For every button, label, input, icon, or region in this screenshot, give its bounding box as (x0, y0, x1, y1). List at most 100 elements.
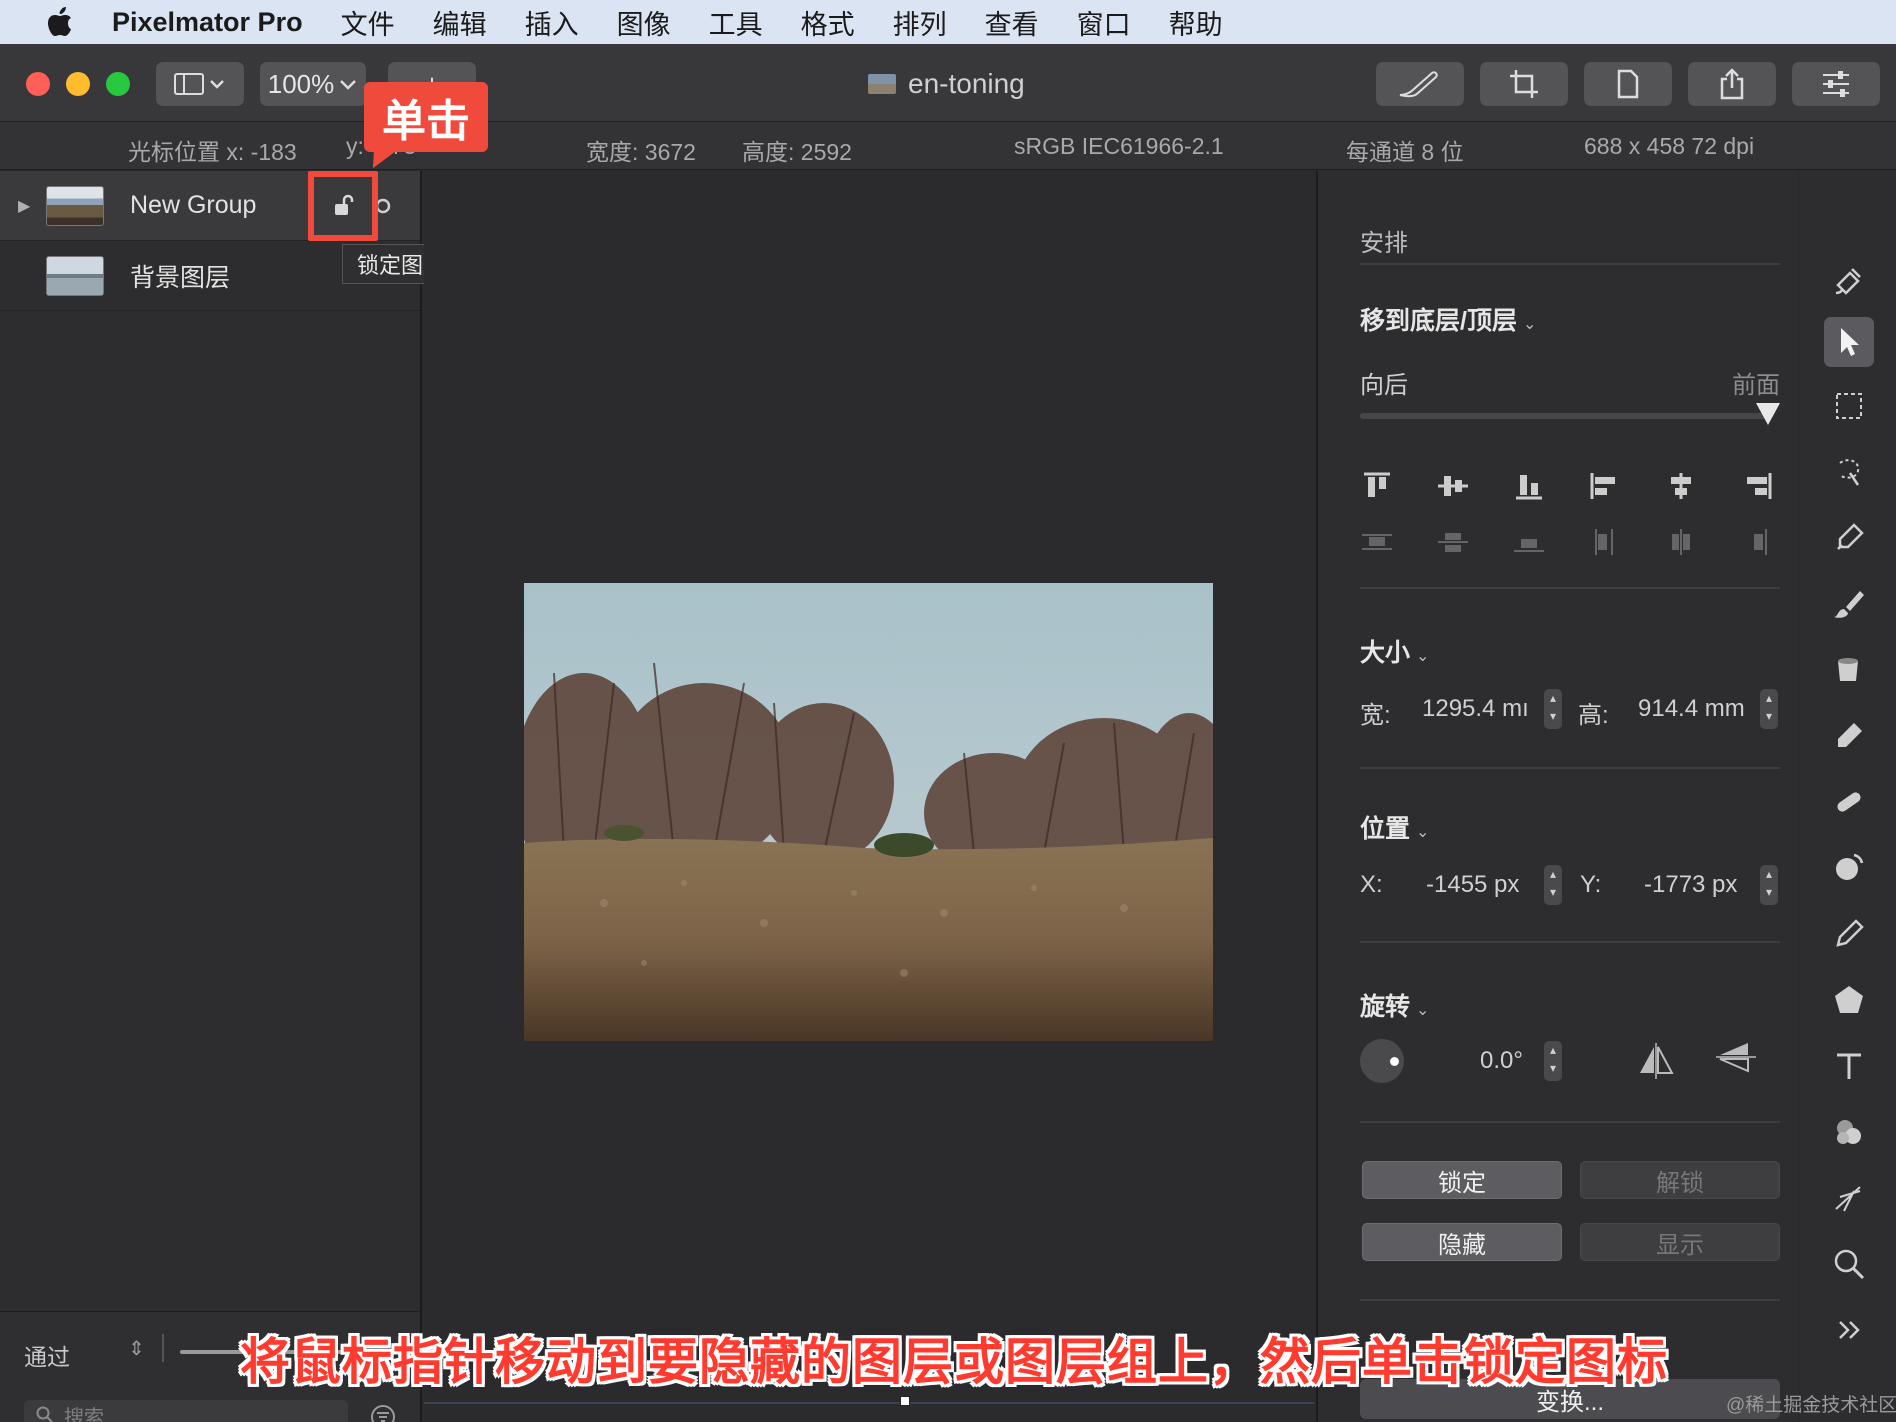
layer-thumbnail (46, 185, 104, 226)
tool-pen[interactable] (1824, 909, 1874, 959)
watermark-text: @稀土掘金技术社区 (1726, 1395, 1896, 1416)
app-name-menu[interactable]: Pixelmator Pro (112, 7, 303, 38)
tool-fill[interactable] (1824, 645, 1874, 695)
tool-retouch[interactable] (1824, 777, 1874, 827)
menu-image[interactable]: 图像 (617, 3, 671, 42)
zoom-dropdown[interactable]: 100% (260, 62, 366, 106)
tools-panel-button[interactable] (1792, 62, 1880, 106)
tool-erase[interactable] (1824, 711, 1874, 761)
rotation-field[interactable]: 0.0° (1480, 1047, 1523, 1075)
width-label: 宽: (1360, 702, 1391, 729)
pen-icon (1836, 919, 1864, 947)
section-position-title: 位置 (1360, 815, 1411, 843)
tool-selection[interactable] (1824, 381, 1874, 431)
width-stepper[interactable]: ▴ ▾ (1544, 689, 1562, 729)
tool-color-adjust[interactable] (1824, 513, 1874, 563)
apple-icon[interactable] (40, 7, 80, 37)
arrange-slider-knob[interactable] (1756, 403, 1780, 425)
rotation-stepper[interactable]: ▴ ▾ (1544, 1041, 1562, 1081)
menu-tools[interactable]: 工具 (709, 3, 763, 42)
more-tools-button[interactable] (1824, 1305, 1874, 1355)
hide-button[interactable]: 隐藏 (1362, 1223, 1562, 1261)
sliders-icon (1823, 71, 1849, 97)
tool-type[interactable] (1824, 1041, 1874, 1091)
tool-effects[interactable] (1824, 1107, 1874, 1157)
tool-paint[interactable] (1824, 579, 1874, 629)
height-stepper[interactable]: ▴ ▾ (1760, 689, 1778, 729)
menu-file[interactable]: 文件 (341, 3, 395, 42)
distribute-bottom-icon[interactable] (1512, 527, 1546, 557)
scroll-indicator (424, 1402, 1314, 1404)
export-button[interactable] (1584, 62, 1672, 106)
sidebar-toggle-button[interactable] (156, 62, 244, 106)
unlock-button[interactable]: 解锁 (1580, 1161, 1780, 1199)
tool-arrange[interactable] (1824, 317, 1874, 367)
height-field[interactable]: 914.4 mm (1638, 695, 1745, 723)
brush-stroke-icon (1399, 71, 1438, 98)
bit-depth-readout: 每通道 8 位 (1346, 139, 1464, 165)
section-size-header[interactable]: 大小 ⌄ (1360, 633, 1429, 669)
x-stepper[interactable]: ▴ ▾ (1544, 865, 1562, 905)
click-callout: 单击 (364, 82, 488, 152)
menu-insert[interactable]: 插入 (525, 3, 579, 42)
show-button[interactable]: 显示 (1580, 1223, 1780, 1261)
canvas-image[interactable] (524, 583, 1213, 1041)
minimize-window-button[interactable] (66, 72, 90, 96)
share-button[interactable] (1688, 62, 1776, 106)
distribute-center-icon[interactable] (1664, 527, 1698, 557)
align-right-icon[interactable] (1740, 471, 1774, 501)
align-top-icon[interactable] (1360, 471, 1394, 501)
y-stepper[interactable]: ▴ ▾ (1760, 865, 1778, 905)
disclosure-triangle-icon[interactable]: ▶ (18, 196, 30, 216)
front-label: 前面 (1732, 372, 1780, 399)
align-vertical-center-icon[interactable] (1436, 471, 1470, 501)
section-arrange-header[interactable]: 移到底层/顶层 ⌄ (1360, 301, 1536, 337)
arrange-panel: 安排 移到底层/顶层 ⌄ 向后 前面 大小 ⌄ 宽: 1295.4 mı ▴ ▾ 高:… (1316, 171, 1798, 1422)
resize-handle[interactable] (900, 1396, 910, 1406)
info-bar: 光标位置 x: -183 y: -373 宽度: 3672 高度: 2592 s… (0, 122, 1896, 170)
tool-quick-selection[interactable] (1824, 447, 1874, 497)
menu-format[interactable]: 格式 (801, 3, 855, 42)
rotation-dial[interactable] (1360, 1039, 1404, 1083)
document-thumbnail-icon (868, 74, 896, 94)
align-left-icon[interactable] (1588, 471, 1622, 501)
distribute-top-icon[interactable] (1360, 527, 1394, 557)
chevron-down-icon: ⌄ (1522, 316, 1537, 333)
menu-view[interactable]: 查看 (985, 3, 1039, 42)
filter-icon[interactable] (370, 1404, 396, 1422)
double-chevron-right-icon (1839, 1321, 1860, 1339)
lock-button[interactable]: 锁定 (1362, 1161, 1562, 1199)
width-field[interactable]: 1295.4 mı (1422, 695, 1529, 723)
distribute-right-icon[interactable] (1740, 527, 1774, 557)
flip-vertical-icon[interactable] (1716, 1039, 1756, 1075)
menu-arrange[interactable]: 排列 (893, 3, 947, 42)
updown-chevron-icon[interactable]: ⇕ (128, 1336, 145, 1361)
distort-icon (1836, 853, 1864, 880)
tool-zoom[interactable] (1824, 1239, 1874, 1289)
zoom-window-button[interactable] (106, 72, 130, 96)
menu-window[interactable]: 窗口 (1077, 3, 1131, 42)
subtitle-caption: 将鼠标指针移动到要隐藏的图层或图层组上，然后单击锁定图标 (240, 1334, 1668, 1390)
distribute-left-icon[interactable] (1588, 527, 1622, 557)
flip-horizontal-icon[interactable] (1636, 1043, 1676, 1079)
tool-distort[interactable] (1824, 843, 1874, 893)
crop-button[interactable] (1480, 62, 1568, 106)
y-field[interactable]: -1773 px (1644, 871, 1737, 899)
menu-help[interactable]: 帮助 (1169, 3, 1223, 42)
x-field[interactable]: -1455 px (1426, 871, 1519, 899)
tool-style[interactable] (1824, 255, 1874, 305)
arrange-order-slider[interactable] (1360, 413, 1772, 419)
distribute-middle-icon[interactable] (1436, 527, 1470, 557)
section-position-header[interactable]: 位置 ⌄ (1360, 809, 1429, 845)
tool-shapes[interactable] (1824, 975, 1874, 1025)
align-bottom-icon[interactable] (1512, 471, 1546, 501)
blend-mode-select[interactable]: 通过 (24, 1338, 70, 1372)
tool-ml-super-resolution[interactable] (1824, 1173, 1874, 1223)
eyedropper-icon (1837, 523, 1864, 550)
close-window-button[interactable] (26, 72, 50, 96)
layer-search-input[interactable]: 搜索 (24, 1400, 348, 1422)
paint-tools-button[interactable] (1376, 62, 1464, 106)
menu-edit[interactable]: 编辑 (433, 3, 487, 42)
align-horizontal-center-icon[interactable] (1664, 471, 1698, 501)
section-rotation-header[interactable]: 旋转 ⌄ (1360, 987, 1429, 1023)
